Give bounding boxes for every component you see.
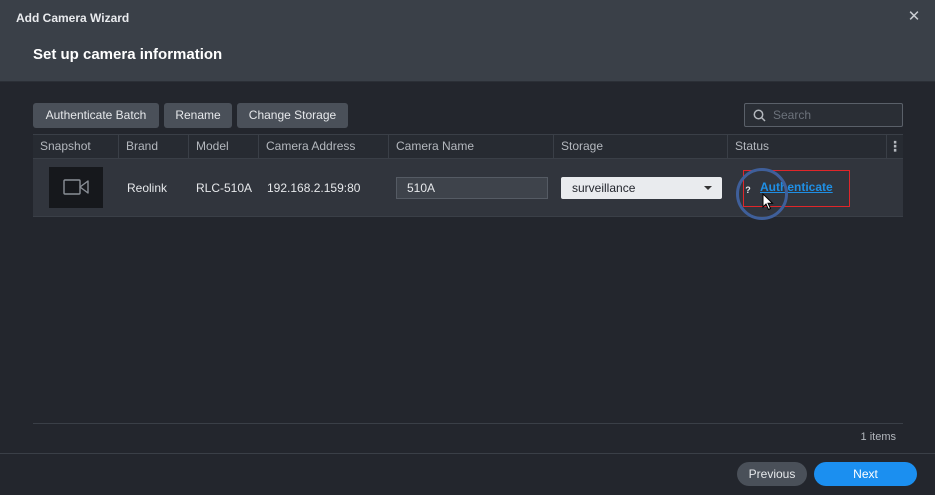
table-header: Snapshot Brand Model Camera Address Came… — [33, 134, 903, 159]
window-title: Add Camera Wizard — [16, 11, 130, 25]
snapshot-thumbnail — [49, 167, 103, 208]
wizard-header: Add Camera Wizard ✕ Set up camera inform… — [0, 0, 935, 82]
next-button[interactable]: Next — [814, 462, 917, 486]
table-row[interactable]: Reolink RLC-510A 192.168.2.159:80 survei… — [33, 159, 903, 220]
column-header-status[interactable]: Status — [728, 135, 887, 158]
search-input[interactable] — [773, 104, 899, 126]
column-menu-icon[interactable]: ⋮ — [887, 135, 903, 158]
table-footer-divider — [33, 423, 903, 424]
storage-select[interactable]: surveillance — [561, 177, 722, 199]
chevron-down-icon — [704, 186, 712, 190]
rename-button[interactable]: Rename — [164, 103, 232, 128]
search-box[interactable] — [744, 103, 903, 127]
change-storage-button[interactable]: Change Storage — [237, 103, 348, 128]
column-header-camera-address[interactable]: Camera Address — [259, 135, 389, 158]
column-header-camera-name[interactable]: Camera Name — [389, 135, 554, 158]
item-count: 1 items — [860, 431, 896, 443]
model-cell: RLC-510A — [196, 181, 253, 195]
close-icon[interactable]: ✕ — [907, 8, 921, 26]
search-icon — [753, 109, 766, 122]
mouse-cursor-icon — [762, 193, 774, 211]
authenticate-batch-button[interactable]: Authenticate Batch — [33, 103, 159, 128]
step-title: Set up camera information — [33, 46, 223, 63]
column-header-snapshot[interactable]: Snapshot — [33, 135, 119, 158]
camera-icon — [63, 179, 89, 195]
column-header-storage[interactable]: Storage — [554, 135, 728, 158]
column-header-model[interactable]: Model — [189, 135, 259, 158]
brand-cell: Reolink — [127, 181, 168, 195]
column-header-brand[interactable]: Brand — [119, 135, 189, 158]
storage-select-value: surveillance — [572, 181, 636, 195]
camera-name-input[interactable] — [396, 177, 548, 199]
camera-address-cell: 192.168.2.159:80 — [267, 181, 361, 195]
wizard-footer: Previous Next — [0, 453, 935, 495]
previous-button[interactable]: Previous — [737, 462, 807, 486]
